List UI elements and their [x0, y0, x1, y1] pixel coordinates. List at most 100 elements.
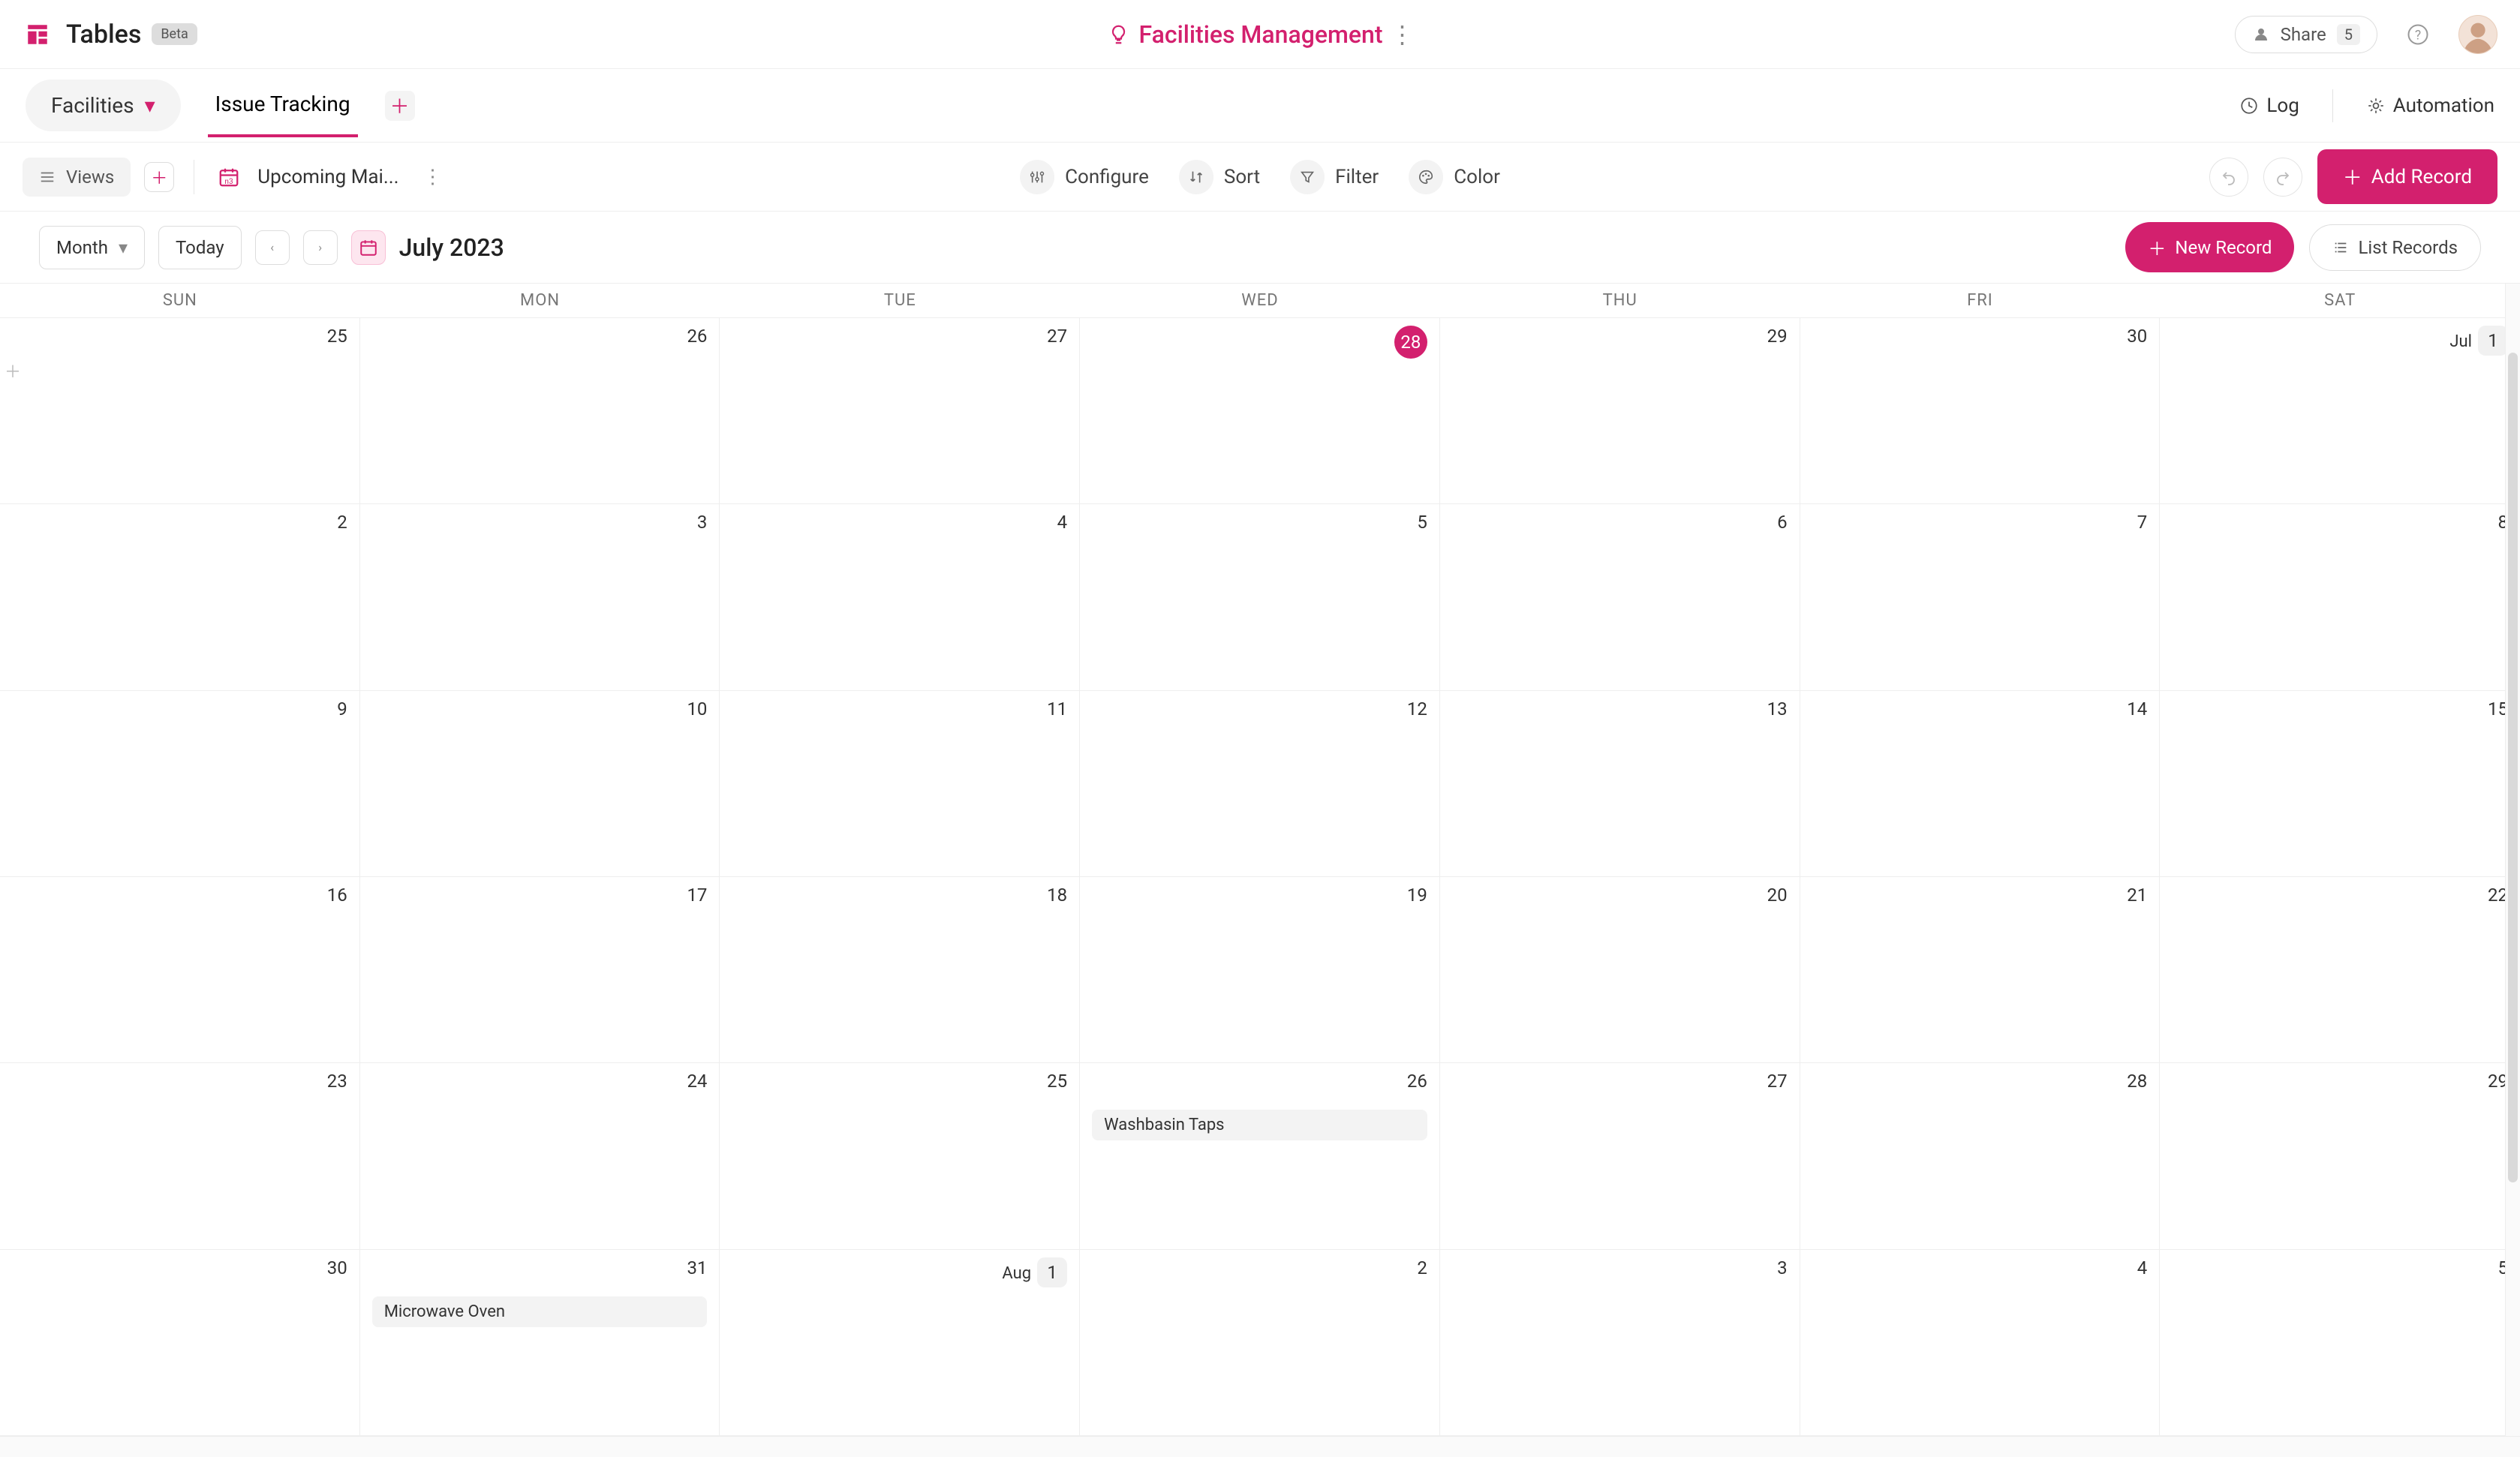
calendar-day[interactable]: 25: [0, 318, 360, 503]
calendar-day[interactable]: 31Microwave Oven: [360, 1250, 720, 1435]
workspace-menu-icon[interactable]: ⋮: [1390, 20, 1414, 49]
range-selector[interactable]: Month ▾: [39, 226, 145, 269]
calendar-day[interactable]: 20: [1440, 877, 1800, 1062]
avatar[interactable]: [2458, 15, 2497, 54]
day-number: 2: [1417, 1257, 1427, 1278]
chevron-left-icon: ‹: [270, 240, 274, 254]
calendar-day[interactable]: 25: [720, 1063, 1080, 1248]
undo-button[interactable]: [2209, 158, 2248, 197]
calendar-day[interactable]: Aug1: [720, 1250, 1080, 1435]
calendar-day[interactable]: 12: [1080, 691, 1440, 876]
chevron-down-icon: ▾: [119, 237, 128, 258]
tab-issue-tracking[interactable]: Issue Tracking: [208, 74, 358, 137]
calendar-day[interactable]: 28: [1080, 318, 1440, 503]
calendar-event[interactable]: Microwave Oven: [372, 1296, 708, 1327]
calendar-day[interactable]: 3: [1440, 1250, 1800, 1435]
day-number-badge: 1: [1037, 1257, 1067, 1287]
vertical-scrollbar[interactable]: [2505, 284, 2520, 1436]
calendar-day[interactable]: 2: [1080, 1250, 1440, 1435]
app-name: Tables: [66, 20, 141, 50]
redo-button[interactable]: [2263, 158, 2302, 197]
calendar-day[interactable]: 7: [1800, 504, 2161, 689]
calendar-day[interactable]: 17: [360, 877, 720, 1062]
calendar-day[interactable]: 27: [1440, 1063, 1800, 1248]
new-record-button[interactable]: ＋ New Record: [2125, 222, 2294, 272]
share-count: 5: [2337, 24, 2360, 45]
calendar-mini-icon[interactable]: [351, 230, 386, 265]
calendar-day[interactable]: 26: [360, 318, 720, 503]
filter-button[interactable]: Filter: [1290, 160, 1379, 194]
calendar-day[interactable]: 10: [360, 691, 720, 876]
calendar-day[interactable]: 8: [2160, 504, 2520, 689]
list-records-button[interactable]: List Records: [2309, 224, 2481, 271]
calendar-week: 91011 12 13 1415: [0, 691, 2520, 877]
list-records-label: List Records: [2358, 237, 2458, 258]
workspace-title[interactable]: Facilities Management: [1139, 20, 1383, 49]
day-number: 28: [2127, 1071, 2147, 1092]
today-label: Today: [176, 237, 224, 258]
horizontal-scrollbar[interactable]: [0, 1436, 2520, 1457]
calendar-day[interactable]: Jul1: [2160, 318, 2520, 503]
calendar-day[interactable]: 27: [720, 318, 1080, 503]
calendar-day[interactable]: 5: [1080, 504, 1440, 689]
add-record-button[interactable]: ＋ Add Record: [2317, 149, 2497, 204]
scrollbar-thumb[interactable]: [2508, 353, 2518, 1182]
day-number: 26: [687, 326, 707, 347]
help-icon[interactable]: ?: [2398, 15, 2437, 54]
calendar-day[interactable]: 2: [0, 504, 360, 689]
day-number: 12: [1407, 698, 1427, 719]
calendar-event[interactable]: Washbasin Taps: [1092, 1110, 1427, 1140]
calendar-day[interactable]: 29: [1440, 318, 1800, 503]
calendar-day[interactable]: 15: [2160, 691, 2520, 876]
month-label: Jul: [2449, 332, 2472, 351]
calendar-day[interactable]: 9: [0, 691, 360, 876]
automation-label: Automation: [2393, 95, 2494, 117]
calendar-day[interactable]: 23: [0, 1063, 360, 1248]
prev-month-button[interactable]: ‹: [255, 230, 290, 265]
calendar-day[interactable]: 18: [720, 877, 1080, 1062]
dow-mon: MON: [360, 284, 720, 317]
color-button[interactable]: Color: [1409, 160, 1500, 194]
calendar-day[interactable]: 30: [1800, 318, 2161, 503]
day-number: 13: [1767, 698, 1788, 719]
calendar-day[interactable]: 5: [2160, 1250, 2520, 1435]
calendar-day[interactable]: 30: [0, 1250, 360, 1435]
calendar-day[interactable]: 13: [1440, 691, 1800, 876]
calendar-day[interactable]: 24: [360, 1063, 720, 1248]
table-switcher[interactable]: Facilities ▾: [26, 80, 181, 131]
calendar-day[interactable]: 29: [2160, 1063, 2520, 1248]
day-number: 17: [687, 885, 707, 906]
calendar-day[interactable]: 26 Washbasin Taps: [1080, 1063, 1440, 1248]
share-button[interactable]: Share 5: [2235, 16, 2377, 53]
today-button[interactable]: Today: [158, 226, 242, 269]
calendar-day[interactable]: 14: [1800, 691, 2161, 876]
add-view-button[interactable]: ＋: [144, 162, 174, 192]
plus-icon: ＋: [2148, 234, 2166, 260]
calendar-day[interactable]: 6: [1440, 504, 1800, 689]
calendar-week: 2345678: [0, 504, 2520, 690]
calendar-day[interactable]: 21: [1800, 877, 2161, 1062]
calendar-day[interactable]: 28: [1800, 1063, 2161, 1248]
views-label: Views: [66, 167, 114, 188]
people-icon: [2252, 26, 2270, 44]
add-tab-button[interactable]: ＋: [385, 91, 415, 121]
sort-button[interactable]: Sort: [1179, 160, 1260, 194]
calendar-day[interactable]: 11: [720, 691, 1080, 876]
plus-icon: ＋: [2343, 163, 2362, 191]
next-month-button[interactable]: ›: [303, 230, 338, 265]
day-number: 26: [1407, 1071, 1427, 1092]
automation-button[interactable]: Automation: [2366, 95, 2494, 117]
calendar-day[interactable]: 4: [720, 504, 1080, 689]
add-row-icon[interactable]: ＋: [5, 359, 21, 383]
configure-button[interactable]: Configure: [1020, 160, 1149, 194]
calendar-day[interactable]: 3: [360, 504, 720, 689]
log-button[interactable]: Log: [2239, 95, 2299, 117]
view-name[interactable]: Upcoming Mai...: [257, 166, 398, 188]
calendar-day[interactable]: 19: [1080, 877, 1440, 1062]
calendar-day[interactable]: 16: [0, 877, 360, 1062]
view-menu-icon[interactable]: ⋮: [412, 166, 453, 188]
views-button[interactable]: Views: [23, 158, 131, 197]
calendar-day[interactable]: 22: [2160, 877, 2520, 1062]
calendar-day[interactable]: 4: [1800, 1250, 2161, 1435]
plus-icon: ＋: [151, 165, 167, 189]
